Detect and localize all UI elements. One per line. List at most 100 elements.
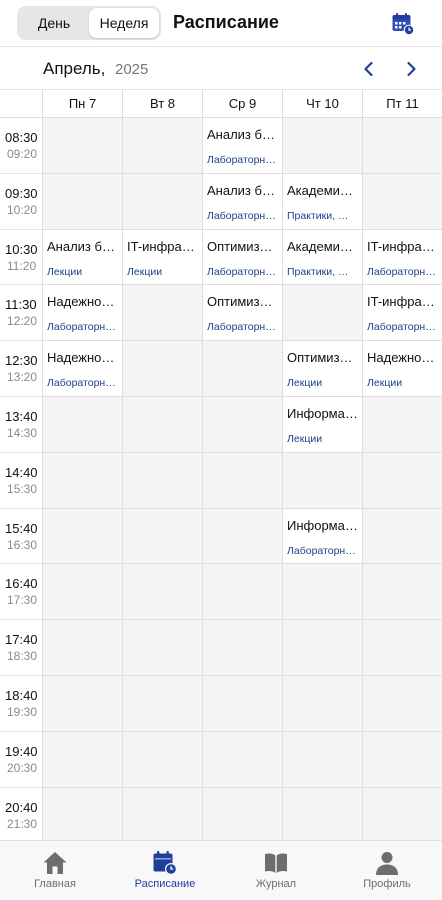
empty-cell[interactable] [42, 452, 122, 509]
empty-cell[interactable] [122, 341, 202, 397]
empty-cell[interactable] [362, 118, 442, 174]
nav-item-journal[interactable]: Журнал [221, 841, 331, 900]
empty-cell[interactable] [282, 564, 362, 621]
lesson-type: Лабораторн… [207, 265, 276, 278]
day-header: Пт 11 [362, 90, 442, 118]
empty-cell[interactable] [122, 173, 202, 230]
lesson-name: Оптимиз… [287, 350, 353, 366]
lesson-card[interactable]: Академи… Практики, … [282, 229, 362, 286]
lesson-card[interactable]: Анализ б… Лабораторн… [202, 173, 282, 230]
lesson-card[interactable]: Оптимиз… Лабораторн… [202, 285, 282, 342]
month-label: Апрель, [43, 59, 106, 78]
empty-cell[interactable] [122, 676, 202, 732]
empty-cell[interactable] [122, 731, 202, 788]
lesson-card[interactable]: Информа… Лабораторн… [282, 508, 362, 565]
lesson-card[interactable]: IT-инфрас… Лабораторн… [362, 285, 442, 342]
empty-cell[interactable] [42, 118, 122, 174]
empty-cell[interactable] [42, 620, 122, 676]
empty-cell[interactable] [282, 787, 362, 844]
empty-cell[interactable] [202, 787, 282, 844]
lesson-name: Надежно… [47, 350, 115, 366]
empty-cell[interactable] [202, 676, 282, 732]
empty-cell[interactable] [282, 731, 362, 788]
empty-cell[interactable] [122, 397, 202, 453]
view-week-button[interactable]: Неделя [89, 8, 159, 38]
empty-cell[interactable] [122, 285, 202, 342]
empty-cell[interactable] [362, 452, 442, 509]
empty-cell[interactable] [42, 564, 122, 621]
empty-cell[interactable] [202, 452, 282, 509]
empty-cell[interactable] [202, 564, 282, 621]
lesson-card[interactable]: Анализ б… Лабораторн… [202, 118, 282, 174]
empty-cell[interactable] [202, 508, 282, 565]
lesson-type: Лабораторн… [47, 321, 116, 334]
month-bar: Апрель, 2025 [0, 46, 442, 90]
lesson-card[interactable]: Оптимиз… Лекции [282, 341, 362, 397]
empty-cell[interactable] [122, 508, 202, 565]
time-slot: 18:40 19:30 [0, 676, 42, 732]
nav-item-schedule[interactable]: Расписание [110, 841, 220, 900]
lesson-card[interactable]: Надежно… Лабораторн… [42, 285, 122, 342]
time-slot: 20:40 21:30 [0, 788, 42, 844]
empty-cell[interactable] [362, 397, 442, 453]
calendar-clock-icon[interactable] [391, 12, 415, 36]
empty-cell[interactable] [362, 787, 442, 844]
lesson-card[interactable]: IT-инфрас… Лабораторн… [362, 229, 442, 286]
empty-cell[interactable] [282, 285, 362, 342]
lesson-card[interactable]: Надежно… Лекции [362, 341, 442, 397]
nav-item-home[interactable]: Главная [0, 841, 110, 900]
empty-cell[interactable] [282, 118, 362, 174]
empty-cell[interactable] [122, 452, 202, 509]
empty-cell[interactable] [202, 341, 282, 397]
lesson-card[interactable]: Академи… Практики, … [282, 173, 362, 230]
empty-cell[interactable] [362, 173, 442, 230]
slot-start-time: 18:40 [5, 688, 38, 703]
empty-cell[interactable] [42, 173, 122, 230]
nav-item-profile[interactable]: Профиль [332, 841, 442, 900]
empty-cell[interactable] [42, 508, 122, 565]
time-slot: 16:40 17:30 [0, 564, 42, 621]
time-slot: 14:40 15:30 [0, 453, 42, 509]
empty-cell[interactable] [282, 452, 362, 509]
lesson-card[interactable]: Надежно… Лабораторн… [42, 341, 122, 397]
nav-label-profile: Профиль [363, 878, 411, 890]
empty-cell[interactable] [42, 787, 122, 844]
empty-cell[interactable] [122, 620, 202, 676]
lesson-card[interactable]: Информа… Лекции [282, 397, 362, 453]
time-slot: 11:30 12:20 [0, 285, 42, 342]
page-title: Расписание [173, 12, 279, 32]
empty-cell[interactable] [282, 620, 362, 676]
lesson-name: Академи… [287, 182, 353, 198]
empty-cell[interactable] [42, 676, 122, 732]
book-icon [263, 850, 289, 876]
empty-cell[interactable] [282, 676, 362, 732]
lesson-card[interactable]: IT-инфрас… Лекции [122, 229, 202, 286]
empty-cell[interactable] [122, 787, 202, 844]
view-day-button[interactable]: День [19, 8, 89, 38]
slot-end-time: 13:20 [7, 370, 38, 385]
empty-cell[interactable] [362, 508, 442, 565]
time-slot: 19:40 20:30 [0, 732, 42, 788]
slot-end-time: 11:20 [7, 258, 37, 273]
chevron-right-icon[interactable] [402, 60, 420, 78]
empty-cell[interactable] [42, 397, 122, 453]
slot-start-time: 11:30 [5, 297, 37, 313]
lesson-type: Лабораторн… [367, 321, 436, 334]
empty-cell[interactable] [362, 564, 442, 621]
empty-cell[interactable] [202, 397, 282, 453]
empty-cell[interactable] [362, 620, 442, 676]
year-label: 2025 [115, 61, 149, 78]
empty-cell[interactable] [122, 564, 202, 621]
empty-cell[interactable] [122, 118, 202, 174]
chevron-left-icon[interactable] [360, 60, 378, 78]
lesson-type: Лекции [127, 265, 163, 278]
empty-cell[interactable] [202, 620, 282, 676]
empty-cell[interactable] [362, 731, 442, 788]
lesson-card[interactable]: Оптимиз… Лабораторн… [202, 229, 282, 286]
empty-cell[interactable] [42, 731, 122, 788]
empty-cell[interactable] [202, 731, 282, 788]
empty-cell[interactable] [362, 676, 442, 732]
lesson-type: Лабораторн… [287, 544, 356, 557]
lesson-card[interactable]: Анализ б… Лекции [42, 229, 122, 286]
slot-start-time: 10:30 [5, 241, 38, 257]
